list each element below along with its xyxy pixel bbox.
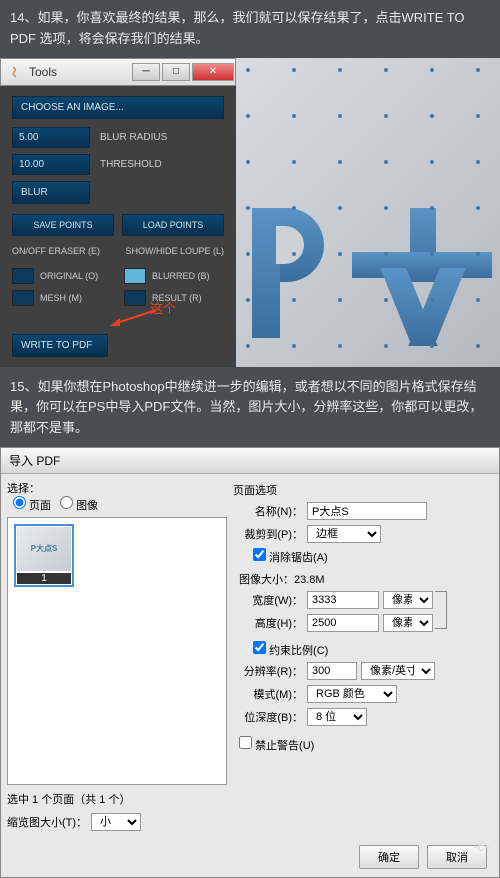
thumb-number: 1 — [17, 573, 71, 584]
result-swatch[interactable] — [124, 290, 146, 306]
blurred-swatch[interactable] — [124, 268, 146, 284]
thumb-size-select[interactable]: 小 — [91, 813, 141, 831]
step-14-text: 14、如果，你喜欢最终的结果，那么，我们就可以保存结果了，点击WRITE TO … — [0, 0, 500, 58]
resolution-unit-select[interactable]: 像素/英寸 — [361, 662, 435, 680]
height-unit-select[interactable]: 像素 — [383, 614, 433, 632]
threshold-input[interactable]: 10.00 — [12, 154, 90, 175]
antialias-label: 消除锯齿(A) — [269, 552, 328, 564]
load-points-button[interactable]: LOAD POINTS — [122, 214, 224, 236]
blur-radius-input[interactable]: 5.00 — [12, 127, 90, 148]
pdf-thumbnail[interactable]: P大点S 1 — [14, 524, 74, 587]
preview-canvas — [236, 58, 500, 367]
write-to-pdf-button[interactable]: WRITE TO PDF — [12, 334, 108, 357]
width-input[interactable] — [307, 591, 379, 609]
mesh-label: MESH (M) — [40, 293, 104, 303]
loupe-toggle-label[interactable]: SHOW/HIDE LOUPE (L) — [125, 246, 224, 256]
minimize-button[interactable]: ─ — [132, 63, 160, 81]
step-15-text: 15、如果你想在Photoshop中继续进一步的编辑，或者想以不同的图片格式保存… — [0, 367, 500, 447]
save-points-button[interactable]: SAVE POINTS — [12, 214, 114, 236]
dialog-right-panel: 页面选项 名称(N)： 裁剪到(P)： 边框 消除锯齿(A) 图像大小：23.8… — [233, 480, 493, 831]
suppress-warnings-label: 禁止警告(U) — [255, 740, 314, 752]
radio-image[interactable] — [60, 496, 73, 509]
choose-image-button[interactable]: CHOOSE AN IMAGE... — [12, 96, 224, 119]
dialog-footer: 确定 取消 — [1, 837, 499, 877]
width-label: 宽度(W)： — [239, 592, 303, 608]
resolution-label: 分辨率(R)： — [239, 663, 303, 679]
radio-page-label: 页面 — [29, 500, 51, 512]
thumbnail-area[interactable]: P大点S 1 — [7, 517, 227, 785]
page-options-label: 页面选项 — [233, 482, 493, 498]
blur-button[interactable]: BLUR — [12, 181, 90, 204]
thumb-text: P大点S — [31, 543, 58, 554]
dialog-title: 导入 PDF — [1, 448, 499, 474]
thumb-size-label: 缩览图大小(T)： — [7, 814, 87, 830]
radio-page[interactable] — [13, 496, 26, 509]
crop-select[interactable]: 边框 — [307, 525, 381, 543]
constrain-label: 约束比例(C) — [269, 645, 328, 657]
tools-body: CHOOSE AN IMAGE... 5.00 BLUR RADIUS 10.0… — [0, 86, 236, 367]
tools-window: Tools ─ □ ✕ CHOOSE AN IMAGE... 5.00 BLUR… — [0, 58, 236, 367]
height-label: 高度(H)： — [239, 615, 303, 631]
window-title: Tools — [29, 65, 57, 79]
preview-letter-da — [352, 208, 492, 348]
image-size-label: 图像大小：23.8M — [239, 571, 493, 587]
java-icon — [7, 64, 23, 80]
dialog-left-panel: 选择： 页面 图像 P大点S 1 选中 1 个页面（共 1 个） 缩览图大小(T… — [7, 480, 227, 831]
depth-select[interactable]: 8 位 — [307, 708, 367, 726]
annotation-text: 这个 — [150, 298, 176, 317]
titlebar: Tools ─ □ ✕ — [0, 58, 236, 86]
maximize-button[interactable]: □ — [162, 63, 190, 81]
antialias-checkbox[interactable] — [253, 548, 266, 561]
eraser-toggle-label[interactable]: ON/OFF ERASER (E) — [12, 246, 100, 256]
suppress-warnings-checkbox[interactable] — [239, 736, 252, 749]
select-label: 选择： — [7, 483, 40, 495]
threshold-label: THRESHOLD — [100, 159, 162, 170]
name-label: 名称(N)： — [239, 503, 303, 519]
mesh-swatch[interactable] — [12, 290, 34, 306]
blur-radius-label: BLUR RADIUS — [100, 132, 167, 143]
constrain-checkbox[interactable] — [253, 641, 266, 654]
close-button[interactable]: ✕ — [192, 63, 234, 81]
depth-label: 位深度(B)： — [239, 709, 303, 725]
name-input[interactable] — [307, 502, 427, 520]
preview-letter-p — [252, 208, 340, 338]
mode-select[interactable]: RGB 颜色 — [307, 685, 397, 703]
ok-button[interactable]: 确定 — [359, 845, 419, 869]
link-icon[interactable] — [435, 591, 447, 629]
page-number: -6- — [473, 838, 490, 854]
original-swatch[interactable] — [12, 268, 34, 284]
window-buttons: ─ □ ✕ — [131, 63, 235, 81]
selection-info: 选中 1 个页面（共 1 个） — [7, 791, 227, 807]
blurred-label: BLURRED (B) — [152, 271, 216, 281]
original-label: ORIGINAL (O) — [40, 271, 104, 281]
resolution-input[interactable] — [307, 662, 357, 680]
mode-label: 模式(M)： — [239, 686, 303, 702]
import-pdf-dialog: 导入 PDF 选择： 页面 图像 P大点S 1 选中 1 个页面（共 1 个） … — [0, 447, 500, 878]
width-unit-select[interactable]: 像素 — [383, 591, 433, 609]
radio-image-label: 图像 — [76, 500, 98, 512]
height-input[interactable] — [307, 614, 379, 632]
crop-label: 裁剪到(P)： — [239, 526, 303, 542]
tools-and-preview: Tools ─ □ ✕ CHOOSE AN IMAGE... 5.00 BLUR… — [0, 58, 500, 367]
